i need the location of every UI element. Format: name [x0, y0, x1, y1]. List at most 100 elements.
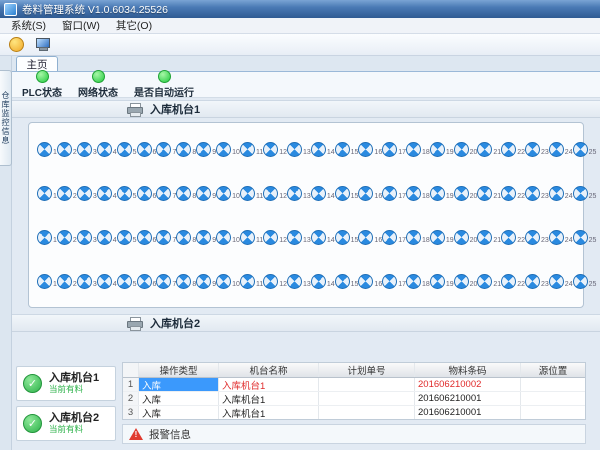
- roll-slot[interactable]: 6: [137, 186, 157, 201]
- roll-slot[interactable]: 3: [77, 186, 97, 201]
- roll-slot[interactable]: 5: [117, 274, 137, 289]
- roll-slot[interactable]: 3: [77, 230, 97, 245]
- roll-slot[interactable]: 4: [97, 230, 117, 245]
- roll-slot[interactable]: 24: [549, 186, 573, 201]
- roll-slot[interactable]: 19: [430, 186, 454, 201]
- roll-slot[interactable]: 21: [477, 274, 501, 289]
- column-header[interactable]: 源位置: [521, 363, 585, 377]
- roll-slot[interactable]: 12: [263, 142, 287, 157]
- roll-slot[interactable]: 24: [549, 142, 573, 157]
- roll-slot[interactable]: 22: [501, 274, 525, 289]
- roll-slot[interactable]: 17: [382, 186, 406, 201]
- roll-slot[interactable]: 19: [430, 274, 454, 289]
- roll-slot[interactable]: 15: [335, 186, 359, 201]
- roll-slot[interactable]: 13: [287, 186, 311, 201]
- roll-slot[interactable]: 2: [57, 142, 77, 157]
- roll-slot[interactable]: 16: [358, 274, 382, 289]
- roll-slot[interactable]: 14: [311, 274, 335, 289]
- roll-slot[interactable]: 10: [216, 186, 240, 201]
- roll-slot[interactable]: 6: [137, 274, 157, 289]
- roll-slot[interactable]: 8: [176, 186, 196, 201]
- table-row[interactable]: 2入库入库机台1201606210001: [123, 392, 585, 406]
- column-header[interactable]: 机台名称: [219, 363, 319, 377]
- roll-slot[interactable]: 8: [176, 230, 196, 245]
- roll-slot[interactable]: 16: [358, 142, 382, 157]
- roll-slot[interactable]: 1: [37, 186, 57, 201]
- machine-card-1[interactable]: ✓ 入库机台1 当前有料: [16, 366, 116, 401]
- roll-slot[interactable]: 10: [216, 274, 240, 289]
- roll-slot[interactable]: 14: [311, 230, 335, 245]
- menu-other[interactable]: 其它(O): [109, 17, 159, 34]
- roll-slot[interactable]: 18: [406, 274, 430, 289]
- roll-slot[interactable]: 1: [37, 230, 57, 245]
- roll-slot[interactable]: 23: [525, 142, 549, 157]
- roll-slot[interactable]: 12: [263, 186, 287, 201]
- menu-window[interactable]: 窗口(W): [55, 17, 107, 34]
- roll-slot[interactable]: 11: [240, 142, 263, 157]
- roll-slot[interactable]: 2: [57, 230, 77, 245]
- roll-slot[interactable]: 9: [196, 142, 216, 157]
- roll-slot[interactable]: 23: [525, 186, 549, 201]
- roll-slot[interactable]: 21: [477, 142, 501, 157]
- roll-slot[interactable]: 6: [137, 230, 157, 245]
- roll-slot[interactable]: 6: [137, 142, 157, 157]
- roll-slot[interactable]: 18: [406, 186, 430, 201]
- roll-slot[interactable]: 10: [216, 142, 240, 157]
- roll-slot[interactable]: 13: [287, 142, 311, 157]
- roll-slot[interactable]: 2: [57, 274, 77, 289]
- roll-slot[interactable]: 22: [501, 230, 525, 245]
- roll-slot[interactable]: 12: [263, 274, 287, 289]
- roll-slot[interactable]: 20: [454, 274, 478, 289]
- roll-slot[interactable]: 15: [335, 230, 359, 245]
- roll-slot[interactable]: 16: [358, 230, 382, 245]
- roll-slot[interactable]: 11: [240, 274, 263, 289]
- roll-slot[interactable]: 25: [573, 230, 597, 245]
- roll-slot[interactable]: 18: [406, 142, 430, 157]
- roll-slot[interactable]: 8: [176, 274, 196, 289]
- roll-slot[interactable]: 24: [549, 230, 573, 245]
- column-header[interactable]: 计划单号: [319, 363, 415, 377]
- roll-slot[interactable]: 12: [263, 230, 287, 245]
- roll-slot[interactable]: 7: [156, 186, 176, 201]
- roll-slot[interactable]: 19: [430, 230, 454, 245]
- menu-system[interactable]: 系统(S): [4, 17, 53, 34]
- roll-slot[interactable]: 21: [477, 186, 501, 201]
- roll-slot[interactable]: 23: [525, 274, 549, 289]
- roll-slot[interactable]: 20: [454, 186, 478, 201]
- roll-slot[interactable]: 13: [287, 274, 311, 289]
- roll-slot[interactable]: 23: [525, 230, 549, 245]
- roll-slot[interactable]: 11: [240, 186, 263, 201]
- machine-card-2[interactable]: ✓ 入库机台2 当前有料: [16, 406, 116, 441]
- roll-slot[interactable]: 20: [454, 230, 478, 245]
- roll-slot[interactable]: 15: [335, 274, 359, 289]
- roll-slot[interactable]: 15: [335, 142, 359, 157]
- column-header[interactable]: 物料条码: [415, 363, 521, 377]
- roll-slot[interactable]: 1: [37, 274, 57, 289]
- roll-slot[interactable]: 19: [430, 142, 454, 157]
- roll-slot[interactable]: 5: [117, 230, 137, 245]
- dock-tab-monitor[interactable]: 仓库监控信息: [0, 70, 12, 166]
- roll-slot[interactable]: 14: [311, 186, 335, 201]
- roll-slot[interactable]: 9: [196, 186, 216, 201]
- roll-slot[interactable]: 7: [156, 142, 176, 157]
- roll-slot[interactable]: 7: [156, 230, 176, 245]
- column-header[interactable]: 操作类型: [139, 363, 219, 377]
- roll-slot[interactable]: 1: [37, 142, 57, 157]
- roll-slot[interactable]: 21: [477, 230, 501, 245]
- roll-slot[interactable]: 4: [97, 186, 117, 201]
- titlebar[interactable]: 卷料管理系统 V1.0.6034.25526: [0, 0, 600, 18]
- roll-slot[interactable]: 5: [117, 186, 137, 201]
- roll-slot[interactable]: 5: [117, 142, 137, 157]
- roll-slot[interactable]: 7: [156, 274, 176, 289]
- roll-slot[interactable]: 14: [311, 142, 335, 157]
- table-row[interactable]: 1入库入库机台1201606210002: [123, 378, 585, 392]
- roll-slot[interactable]: 4: [97, 274, 117, 289]
- table-row[interactable]: 3入库入库机台1201606210001: [123, 406, 585, 420]
- tab-home[interactable]: 主页: [16, 56, 58, 71]
- roll-slot[interactable]: 13: [287, 230, 311, 245]
- roll-slot[interactable]: 8: [176, 142, 196, 157]
- toolbar-button-1[interactable]: [5, 35, 27, 54]
- roll-slot[interactable]: 17: [382, 274, 406, 289]
- roll-slot[interactable]: 3: [77, 274, 97, 289]
- printer-icon[interactable]: [127, 317, 143, 330]
